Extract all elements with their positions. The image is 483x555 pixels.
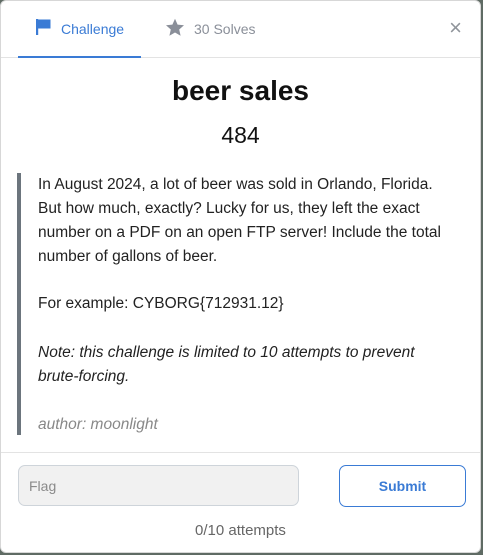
tab-solves[interactable]: 30 Solves <box>165 1 255 57</box>
tab-solves-label: 30 Solves <box>194 21 256 37</box>
description-example: For example: CYBORG{712931.12} <box>38 295 284 312</box>
submit-button[interactable]: Submit <box>339 465 466 507</box>
description-note: Note: this challenge is limited to 10 at… <box>38 344 415 385</box>
challenge-author: author: moonlight <box>38 416 158 433</box>
modal-tabs: Challenge 30 Solves × <box>1 1 480 58</box>
flag-icon <box>35 18 52 39</box>
description-paragraph: In August 2024, a lot of beer was sold i… <box>38 176 441 265</box>
challenge-title: beer sales <box>172 75 309 106</box>
tab-challenge-label: Challenge <box>61 20 125 37</box>
flag-input[interactable] <box>18 465 299 506</box>
challenge-description: In August 2024, a lot of beer was sold i… <box>17 173 445 435</box>
close-icon[interactable]: × <box>449 17 462 39</box>
divider <box>1 452 480 453</box>
tab-challenge[interactable]: Challenge <box>18 1 141 58</box>
challenge-points: 484 <box>221 122 260 148</box>
attempts-counter: 0/10 attempts <box>195 522 286 539</box>
challenge-modal: Challenge 30 Solves × beer sales 484 In … <box>0 0 481 553</box>
star-icon <box>165 18 185 40</box>
